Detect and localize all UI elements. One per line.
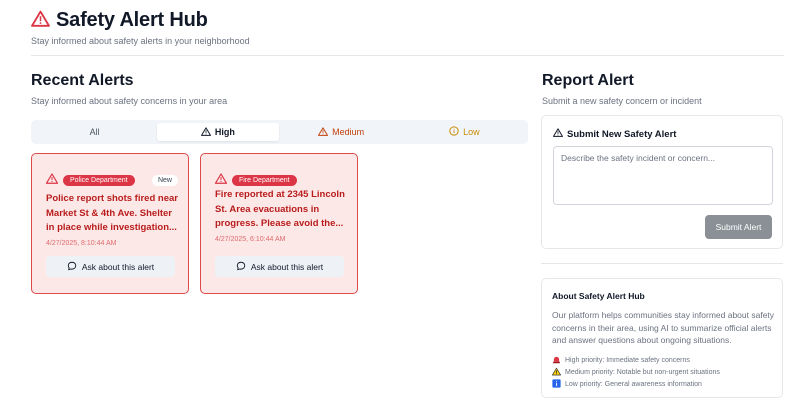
priority-tabs: All High Medium Low [31, 120, 528, 144]
tab-high-label: High [214, 127, 235, 137]
ask-about-alert-button[interactable]: Ask about this alert [215, 256, 344, 277]
report-alert-subtitle: Submit a new safety concern or incident [542, 96, 702, 106]
warning-triangle-icon [553, 128, 563, 140]
app-header: Safety Alert Hub Stay informed about saf… [31, 9, 250, 46]
warning-triangle-icon [45, 171, 59, 189]
legend-low-label: Low priority: General awareness informat… [565, 381, 702, 388]
alert-timestamp: 4/27/2025, 6:10:44 AM [215, 236, 286, 243]
incident-description-input[interactable] [553, 146, 773, 205]
source-badge: Police Department [63, 174, 135, 186]
page-subtitle: Stay informed about safety alerts in you… [31, 36, 250, 46]
chat-bubble-icon [236, 261, 246, 273]
legend-high: High priority: Immediate safety concerns [552, 355, 690, 366]
ask-button-label: Ask about this alert [81, 261, 155, 272]
tab-medium[interactable]: Medium [281, 123, 402, 141]
alert-text: Fire reported at 2345 Lincoln St. Area e… [215, 189, 345, 229]
new-badge: New [151, 175, 178, 186]
report-form-title: Submit New Safety Alert [567, 128, 677, 140]
submit-alert-button[interactable]: Submit Alert [705, 215, 772, 239]
info-circle-icon [449, 126, 459, 138]
legend-medium-label: Medium priority: Notable but non-urgent … [565, 369, 720, 376]
ask-about-alert-button[interactable]: Ask about this alert [46, 256, 175, 277]
alert-card: Fire Department Fire reported at 2345 Li… [200, 153, 358, 294]
header-divider [31, 55, 784, 56]
report-alert-title: Report Alert [542, 72, 634, 89]
legend-medium: Medium priority: Notable but non-urgent … [552, 367, 720, 378]
tab-medium-label: Medium [332, 127, 365, 137]
warning-triangle-icon [552, 367, 561, 378]
report-form: Submit New Safety Alert Submit Alert [541, 115, 783, 249]
alert-card: Police Department New Police report shot… [31, 153, 189, 294]
alert-timestamp: 4/27/2025, 8:10:44 AM [46, 240, 117, 247]
alert-text: Police report shots fired near Market St… [46, 193, 178, 233]
legend-high-label: High priority: Immediate safety concerns [565, 357, 690, 364]
about-panel: About Safety Alert Hub Our platform help… [541, 278, 783, 398]
ask-button-label: Ask about this alert [250, 261, 324, 272]
tab-all[interactable]: All [34, 123, 155, 141]
warning-triangle-icon [318, 126, 329, 138]
warning-triangle-icon [214, 171, 228, 189]
source-badge: Fire Department [232, 174, 297, 186]
tab-low-label: Low [463, 127, 480, 137]
warning-triangle-icon [31, 10, 50, 32]
red-siren-icon [552, 355, 561, 366]
tab-high[interactable]: High [157, 123, 279, 141]
recent-alerts-subtitle: Stay informed about safety concerns in y… [31, 96, 228, 106]
info-square-icon [552, 379, 561, 390]
page-title: Safety Alert Hub [56, 9, 208, 31]
recent-alerts-title: Recent Alerts [31, 72, 134, 89]
warning-triangle-icon [200, 126, 211, 138]
about-description: Our platform helps communities stay info… [552, 310, 775, 345]
legend-low: Low priority: General awareness informat… [552, 379, 702, 390]
about-title: About Safety Alert Hub [552, 291, 645, 301]
tab-all-label: All [89, 127, 100, 137]
tab-low[interactable]: Low [404, 123, 525, 141]
chat-bubble-icon [67, 261, 77, 273]
section-divider [541, 263, 783, 264]
